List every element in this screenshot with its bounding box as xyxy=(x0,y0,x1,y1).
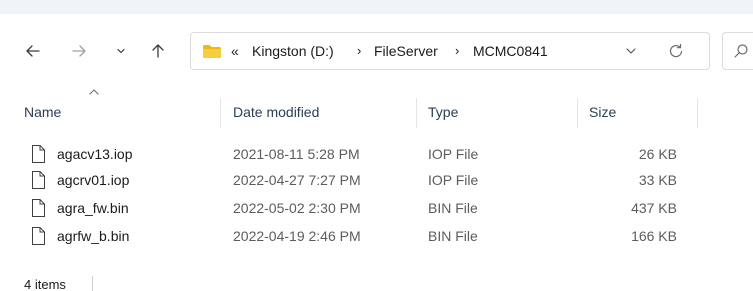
address-dropdown-button[interactable] xyxy=(623,43,639,59)
search-icon xyxy=(734,44,748,58)
title-bar-strip xyxy=(0,0,753,14)
up-button[interactable] xyxy=(143,36,173,66)
back-button[interactable] xyxy=(18,36,48,66)
file-type: BIN File xyxy=(428,228,478,244)
search-input[interactable] xyxy=(722,32,753,70)
column-header-date-modified[interactable]: Date modified xyxy=(233,104,319,121)
file-size: 437 KB xyxy=(631,200,677,216)
file-name: agrfw_b.bin xyxy=(57,228,130,244)
file-name: agra_fw.bin xyxy=(57,200,129,216)
column-divider[interactable] xyxy=(416,98,417,128)
status-divider xyxy=(92,276,93,291)
file-date-modified: 2022-04-27 7:27 PM xyxy=(233,172,361,188)
column-header-size[interactable]: Size xyxy=(589,104,616,121)
folder-icon xyxy=(203,45,221,58)
breadcrumb-overflow[interactable]: « xyxy=(231,43,239,60)
breadcrumb-separator[interactable]: › xyxy=(357,42,361,59)
file-row[interactable]: agrfw_b.bin 2022-04-19 2:46 PM BIN File … xyxy=(0,223,753,249)
file-icon xyxy=(32,145,45,163)
column-divider[interactable] xyxy=(577,98,578,128)
address-bar[interactable]: « Kingston (D:) › FileServer › MCMC0841 xyxy=(190,32,710,70)
column-header-type[interactable]: Type xyxy=(428,104,458,121)
chevron-down-icon xyxy=(117,48,125,54)
arrow-right-icon xyxy=(72,45,86,57)
file-icon xyxy=(32,199,45,217)
file-size: 166 KB xyxy=(631,228,677,244)
file-size: 33 KB xyxy=(638,172,677,188)
file-size: 26 KB xyxy=(638,146,677,162)
file-date-modified: 2022-04-19 2:46 PM xyxy=(233,228,361,244)
file-row[interactable]: agra_fw.bin 2022-05-02 2:30 PM BIN File … xyxy=(0,195,753,221)
breadcrumb-kingston-drive[interactable]: Kingston (D:) xyxy=(252,43,334,60)
file-icon xyxy=(32,171,45,189)
file-name: agcrv01.iop xyxy=(57,172,130,188)
file-type: IOP File xyxy=(428,172,479,188)
file-icon xyxy=(32,227,45,245)
sort-ascending-icon xyxy=(89,89,99,95)
arrow-up-icon xyxy=(152,44,164,58)
refresh-button[interactable] xyxy=(667,42,685,60)
breadcrumb-mcmc0841[interactable]: MCMC0841 xyxy=(473,43,548,60)
column-header-name[interactable]: Name xyxy=(24,104,61,121)
status-item-count: 4 items xyxy=(24,277,66,291)
breadcrumb-fileserver[interactable]: FileServer xyxy=(374,43,438,60)
file-row[interactable]: agacv13.iop 2021-08-11 5:28 PM IOP File … xyxy=(0,141,753,167)
column-divider[interactable] xyxy=(697,98,698,128)
arrow-left-icon xyxy=(26,45,40,57)
file-type: IOP File xyxy=(428,146,479,162)
file-type: BIN File xyxy=(428,200,478,216)
recent-locations-button[interactable] xyxy=(106,36,136,66)
file-row[interactable]: agcrv01.iop 2022-04-27 7:27 PM IOP File … xyxy=(0,167,753,193)
file-name: agacv13.iop xyxy=(57,146,133,162)
forward-button[interactable] xyxy=(64,36,94,66)
file-date-modified: 2021-08-11 5:28 PM xyxy=(233,146,360,162)
file-date-modified: 2022-05-02 2:30 PM xyxy=(233,200,361,216)
column-divider[interactable] xyxy=(220,98,221,128)
breadcrumb-separator[interactable]: › xyxy=(455,42,459,59)
